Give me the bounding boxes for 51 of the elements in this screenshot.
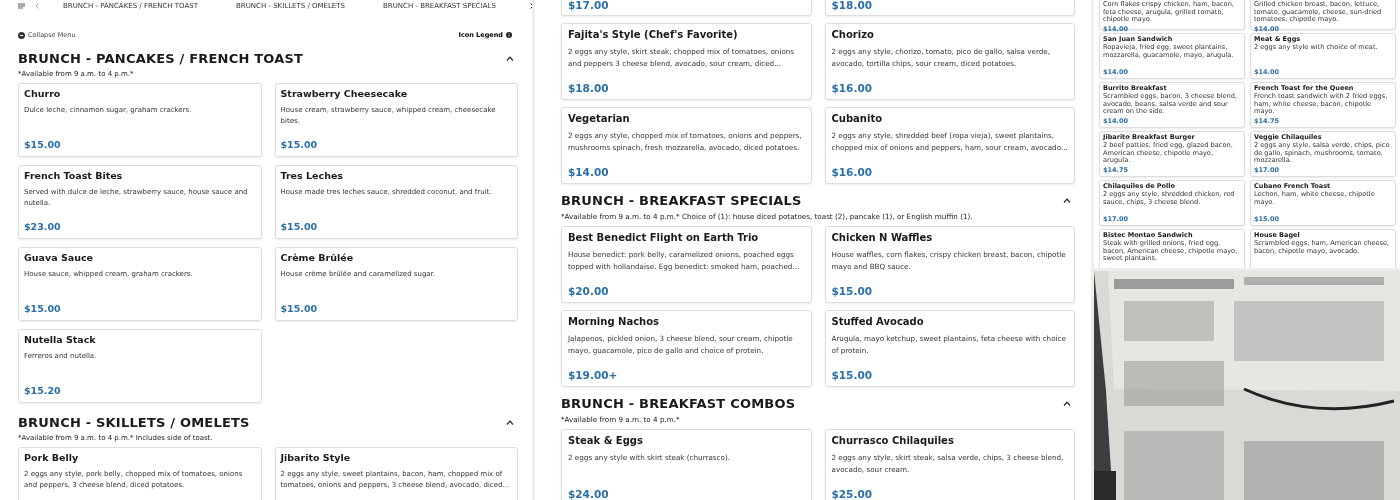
item-price: $20.00 [568, 284, 610, 297]
item-name: Cubanito [831, 113, 884, 124]
section-title: BRUNCH - PANCAKES / FRENCH TOAST [18, 51, 304, 66]
item-price: $15.00 [280, 138, 319, 150]
minus-circle-icon [18, 31, 25, 39]
item-name: Churro [24, 88, 62, 99]
item-name: Stuffed Avocado [831, 316, 925, 327]
item-name: Chicken N Waffles [831, 232, 934, 243]
item-name: French Toast Bites [24, 170, 124, 181]
item-price: $24.00 [568, 487, 610, 500]
item-price: $15.00 [831, 284, 874, 297]
item-price: $15.20 [24, 384, 62, 396]
item-price: $15.00 [24, 138, 62, 150]
item-price: $23.00 [24, 220, 62, 232]
menu-card[interactable]: $18.00 [824, 0, 1075, 16]
item-price: $15.00 [831, 368, 874, 381]
item-name: Guava Sauce [24, 252, 94, 263]
item-price: $15.00 [280, 220, 319, 232]
chevron-up-icon[interactable] [1063, 198, 1071, 203]
item-name: Vegetarian [568, 113, 631, 124]
item-price: $25.00 [831, 487, 874, 500]
item-name: Jibarito Style [280, 452, 352, 463]
item-name: Chorizo [831, 29, 875, 40]
section-title: BRUNCH - SKILLETS / OMELETS [18, 415, 250, 430]
section-title: BRUNCH - BREAKFAST COMBOS [561, 396, 796, 411]
item-price: $18.00 [568, 81, 610, 94]
item-name: Best Benedict Flight on Earth Trio [568, 232, 760, 243]
chevron-up-icon[interactable] [506, 420, 514, 425]
item-price: $15.00 [280, 302, 319, 314]
item-price: $16.00 [831, 165, 874, 178]
item-name: Morning Nachos [568, 316, 661, 327]
item-price: $17.00 [568, 0, 610, 11]
item-price: $18.00 [831, 0, 874, 11]
item-name: Steak & Eggs [568, 435, 644, 446]
item-name: Churrasco Chilaquiles [831, 435, 955, 446]
item-price: $16.00 [831, 81, 874, 94]
item-price: $19.00+ [568, 368, 619, 381]
item-price: $15.00 [24, 302, 62, 314]
chevron-up-icon[interactable] [506, 56, 514, 61]
section-title: BRUNCH - BREAKFAST SPECIALS [561, 193, 802, 208]
chevron-right-icon[interactable] [529, 2, 532, 9]
item-name: Crème Brûlée [280, 252, 355, 263]
item-name: Strawberry Cheesecake [280, 88, 409, 99]
chevron-up-icon[interactable] [1063, 401, 1071, 406]
menu-card[interactable]: $17.00 [561, 0, 812, 16]
item-name: Pork Belly [24, 452, 80, 463]
item-name: Tres Leches [280, 170, 344, 181]
item-price: $14.00 [568, 165, 610, 178]
item-name: Fajita's Style (Chef's Favorite) [568, 29, 739, 40]
info-icon [506, 32, 512, 38]
item-name: Nutella Stack [24, 334, 97, 345]
